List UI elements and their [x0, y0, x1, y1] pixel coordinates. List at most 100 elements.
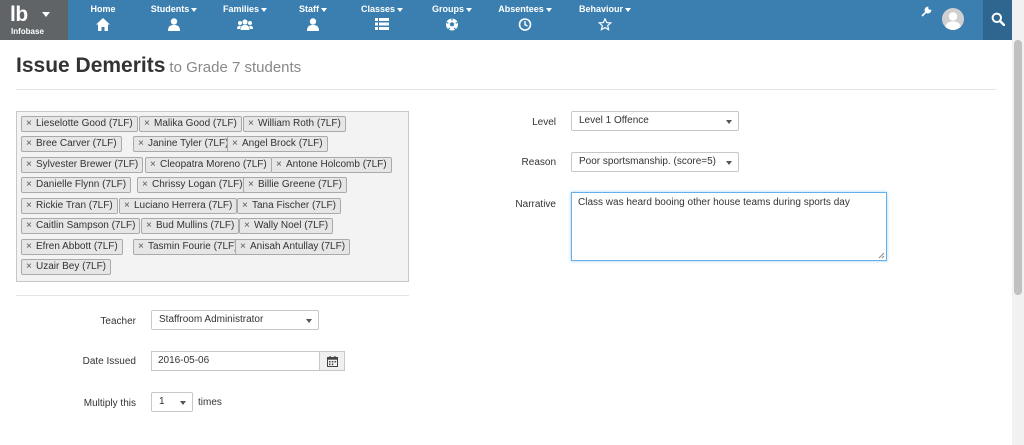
student-tag[interactable]: × Efren Abbott (7LF) [21, 239, 123, 255]
student-tag[interactable]: × Janine Tyler (7LF) [133, 136, 234, 152]
scrollbar-thumb[interactable] [1014, 40, 1022, 295]
calendar-icon [327, 356, 338, 367]
student-tag[interactable]: × Danielle Flynn (7LF) [21, 177, 132, 193]
multiply-select[interactable]: 1 [151, 392, 193, 412]
remove-tag-icon[interactable]: × [244, 219, 250, 233]
nav-families[interactable]: Families [210, 0, 280, 40]
student-tag[interactable]: × Angel Brock (7LF) [227, 136, 328, 152]
student-tag[interactable]: × Tana Fischer (7LF) [237, 198, 341, 214]
page-subtitle: to Grade 7 students [169, 59, 302, 76]
nav-classes[interactable]: Classes [346, 0, 418, 40]
resize-grip-icon[interactable] [878, 252, 885, 259]
remove-tag-icon[interactable]: × [146, 219, 152, 233]
section-divider [16, 295, 409, 296]
student-tag-label: Cleopatra Moreno (7LF) [160, 159, 267, 170]
student-tag[interactable]: × Luciano Herrera (7LF) [119, 198, 238, 214]
student-tag[interactable]: × Antone Holcomb (7LF) [271, 157, 392, 173]
home-icon [96, 18, 110, 31]
nav-groups[interactable]: Groups [418, 0, 486, 40]
remove-tag-icon[interactable]: × [124, 199, 130, 213]
level-select[interactable]: Level 1 Offence [571, 111, 739, 131]
chevron-down-icon [180, 401, 186, 405]
remove-tag-icon[interactable]: × [26, 137, 32, 151]
remove-tag-icon[interactable]: × [240, 240, 246, 254]
user-avatar[interactable] [942, 8, 964, 30]
nav-students[interactable]: Students [138, 0, 210, 40]
wrench-icon[interactable] [921, 6, 932, 17]
app-logo-menu[interactable]: lb Infobase [0, 0, 68, 40]
narrative-textarea[interactable]: Class was heard booing other house teams… [571, 192, 887, 261]
remove-tag-icon[interactable]: × [138, 137, 144, 151]
remove-tag-icon[interactable]: × [248, 117, 254, 131]
student-tag-label: Billie Greene (7LF) [258, 179, 342, 190]
student-tag-label: Malika Good (7LF) [154, 118, 237, 129]
page-scrollbar[interactable] [1012, 0, 1024, 445]
chevron-down-icon [726, 120, 732, 124]
date-issued-input[interactable]: 2016-05-06 [151, 351, 320, 371]
nav-home[interactable]: Home [68, 0, 138, 40]
student-tag[interactable]: × Chrissy Logan (7LF) [137, 177, 248, 193]
student-tag-label: Tana Fischer (7LF) [252, 200, 336, 211]
nav-groups-label: Groups [431, 4, 464, 14]
list-icon [375, 18, 389, 30]
page-title: Issue Demerits to Grade 7 students [16, 54, 301, 78]
remove-tag-icon[interactable]: × [142, 178, 148, 192]
student-tag[interactable]: × Bud Mullins (7LF) [141, 218, 240, 234]
remove-tag-icon[interactable]: × [242, 199, 248, 213]
student-tag[interactable]: × Bree Carver (7LF) [21, 136, 122, 152]
students-tag-box[interactable]: × Lieselotte Good (7LF) × Malika Good (7LF)… [16, 111, 409, 282]
remove-tag-icon[interactable]: × [232, 137, 238, 151]
student-tag-label: Tasmin Fourie (7LF) [148, 241, 238, 252]
nav-absentees[interactable]: Absentees [486, 0, 564, 40]
student-tag[interactable]: × Malika Good (7LF) [139, 116, 242, 132]
nav-staff[interactable]: Staff [280, 0, 346, 40]
nav-classes-label: Classes [360, 4, 396, 14]
remove-tag-icon[interactable]: × [150, 158, 156, 172]
reason-select[interactable]: Poor sportsmanship. (score=5) [571, 152, 739, 172]
student-tag[interactable]: × Lieselotte Good (7LF) [21, 116, 138, 132]
remove-tag-icon[interactable]: × [138, 240, 144, 254]
remove-tag-icon[interactable]: × [26, 219, 32, 233]
student-tag[interactable]: × Billie Greene (7LF) [243, 177, 347, 193]
nav-behaviour[interactable]: Behaviour [564, 0, 646, 40]
student-tag-label: Janine Tyler (7LF) [148, 138, 229, 149]
remove-tag-icon[interactable]: × [26, 260, 32, 274]
calendar-button[interactable] [319, 351, 345, 371]
nav-behaviour-label: Behaviour [578, 4, 623, 14]
remove-tag-icon[interactable]: × [248, 178, 254, 192]
student-tag[interactable]: × Cleopatra Moreno (7LF) [145, 157, 272, 173]
teacher-label: Teacher [100, 316, 136, 327]
student-tag-label: Luciano Herrera (7LF) [134, 200, 233, 211]
student-tag-label: Anisah Antullay (7LF) [250, 241, 346, 252]
teacher-select[interactable]: Staffroom Administrator [151, 310, 319, 330]
teacher-value: Staffroom Administrator [159, 314, 264, 325]
student-tag[interactable]: × Anisah Antullay (7LF) [235, 239, 351, 255]
search-icon [991, 12, 1005, 26]
student-tag[interactable]: × Caitlin Sampson (7LF) [21, 218, 141, 234]
student-tag[interactable]: × Rickie Tran (7LF) [21, 198, 118, 214]
date-issued-label: Date Issued [82, 356, 136, 367]
reason-value: Poor sportsmanship. (score=5) [579, 156, 717, 167]
student-tag[interactable]: × William Roth (7LF) [243, 116, 346, 132]
caret-down-icon [42, 12, 50, 17]
student-tag[interactable]: × Wally Noel (7LF) [239, 218, 334, 234]
nav-staff-label: Staff [299, 4, 319, 14]
remove-tag-icon[interactable]: × [26, 240, 32, 254]
student-tag[interactable]: × Sylvester Brewer (7LF) [21, 157, 144, 173]
student-tag[interactable]: × Uzair Bey (7LF) [21, 259, 112, 275]
student-tag[interactable]: × Tasmin Fourie (7LF) [133, 239, 243, 255]
nav-families-label: Families [222, 4, 260, 14]
student-tag-label: Antone Holcomb (7LF) [286, 159, 387, 170]
remove-tag-icon[interactable]: × [26, 117, 32, 131]
multiply-value: 1 [159, 396, 165, 407]
remove-tag-icon[interactable]: × [26, 199, 32, 213]
remove-tag-icon[interactable]: × [26, 178, 32, 192]
search-button[interactable] [983, 0, 1012, 40]
narrative-value: Class was heard booing other house teams… [578, 197, 850, 208]
remove-tag-icon[interactable]: × [276, 158, 282, 172]
top-navbar: lb Infobase Home Students Families Staff… [0, 0, 1012, 40]
nav-students-label: Students [150, 4, 190, 14]
narrative-label: Narrative [515, 199, 556, 210]
remove-tag-icon[interactable]: × [26, 158, 32, 172]
remove-tag-icon[interactable]: × [144, 117, 150, 131]
